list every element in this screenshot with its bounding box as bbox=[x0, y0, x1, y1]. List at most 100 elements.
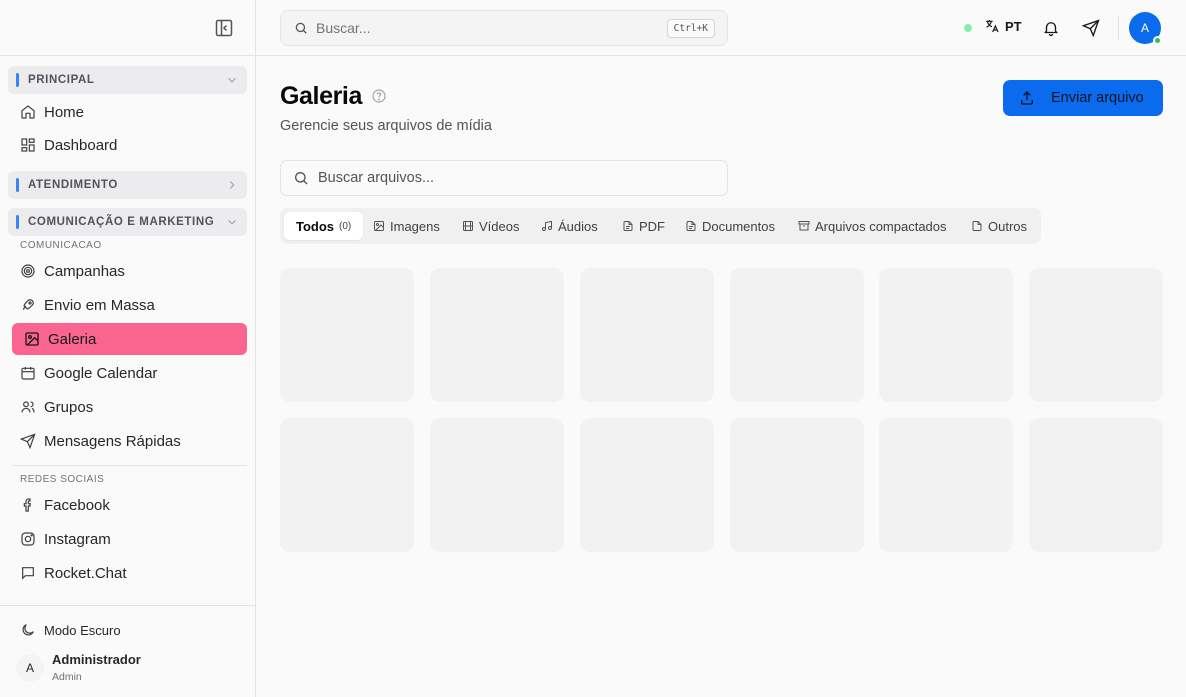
section-comunicacao[interactable]: COMUNICAÇÃO E MARKETING bbox=[8, 208, 247, 236]
sidebar: PRINCIPAL Home Dashboard ATENDIMENTO COM… bbox=[0, 0, 256, 697]
upload-icon bbox=[1021, 91, 1033, 105]
user-role: Admin bbox=[52, 671, 82, 683]
chevron-down-icon bbox=[228, 219, 236, 225]
tab-videos[interactable]: Vídeos bbox=[462, 212, 519, 240]
sidebar-footer: Modo Escuro A Administrador Admin bbox=[0, 605, 255, 697]
sidebar-item-label: Rocket.Chat bbox=[44, 564, 127, 582]
section-comunicacao-label: COMUNICAÇÃO E MARKETING bbox=[28, 216, 215, 228]
media-placeholder-card bbox=[280, 418, 414, 552]
music-icon bbox=[542, 220, 552, 231]
tab-label: Áudios bbox=[558, 218, 598, 234]
sidebar-item-home[interactable]: Home bbox=[12, 96, 247, 128]
language-label: PT bbox=[1005, 18, 1022, 34]
home-icon bbox=[20, 104, 36, 120]
sidebar-item-google-calendar[interactable]: Google Calendar bbox=[12, 357, 247, 389]
sidebar-item-instagram[interactable]: Instagram bbox=[12, 523, 247, 555]
media-placeholder-card bbox=[1029, 268, 1163, 402]
dashboard-icon bbox=[20, 137, 36, 153]
sidebar-divider bbox=[12, 465, 247, 466]
tab-label: Arquivos compactados bbox=[815, 218, 947, 234]
media-placeholder-card bbox=[1029, 418, 1163, 552]
sidebar-item-label: Galeria bbox=[48, 330, 97, 348]
tab-documentos[interactable]: Documentos bbox=[685, 212, 775, 240]
file-search-placeholder: Buscar arquivos... bbox=[318, 170, 435, 186]
user-menu[interactable]: A Administrador Admin bbox=[16, 652, 141, 683]
tab-label: Documentos bbox=[702, 218, 775, 234]
page-title: Galeria bbox=[280, 82, 362, 110]
sidebar-item-campanhas[interactable]: Campanhas bbox=[12, 255, 247, 287]
sidebar-item-galeria[interactable]: Galeria bbox=[12, 323, 247, 355]
tab-label: Todos bbox=[296, 218, 335, 234]
bell-icon[interactable] bbox=[1042, 19, 1060, 37]
film-icon bbox=[463, 221, 473, 231]
language-selector[interactable]: PT bbox=[984, 18, 1022, 34]
file-icon bbox=[972, 221, 982, 231]
avatar: A bbox=[16, 653, 44, 682]
sidebar-item-label: Google Calendar bbox=[44, 364, 158, 382]
user-name: Administrador bbox=[52, 652, 141, 667]
tab-outros[interactable]: Outros bbox=[971, 212, 1027, 240]
sidebar-item-label: Instagram bbox=[44, 530, 111, 548]
sidebar-item-dashboard[interactable]: Dashboard bbox=[12, 129, 247, 161]
group-label-comunicacao: COMUNICACAO bbox=[20, 240, 102, 251]
file-search-input[interactable]: Buscar arquivos... bbox=[280, 160, 728, 196]
shortcut-hint: Ctrl+K bbox=[666, 18, 715, 38]
avatar[interactable]: A bbox=[1129, 12, 1162, 45]
sidebar-item-label: Campanhas bbox=[44, 262, 125, 280]
image-icon bbox=[374, 221, 384, 231]
send-icon[interactable] bbox=[1082, 19, 1100, 37]
section-atendimento-label: ATENDIMENTO bbox=[28, 179, 118, 191]
sidebar-item-label: Dashboard bbox=[44, 136, 118, 154]
sidebar-collapse-icon[interactable] bbox=[214, 18, 234, 38]
chat-icon bbox=[20, 565, 36, 581]
help-icon[interactable] bbox=[371, 88, 387, 104]
media-placeholder-card bbox=[879, 268, 1013, 402]
tab-label: Vídeos bbox=[479, 218, 520, 234]
file-text-icon bbox=[686, 221, 696, 231]
upload-file-button[interactable]: Enviar arquivo bbox=[1003, 80, 1163, 116]
connection-status-dot bbox=[964, 24, 972, 32]
section-marker bbox=[16, 178, 19, 192]
facebook-icon bbox=[20, 497, 36, 513]
media-placeholder-card bbox=[430, 418, 564, 552]
sidebar-item-facebook[interactable]: Facebook bbox=[12, 489, 247, 521]
image-icon bbox=[24, 331, 40, 347]
page-subtitle: Gerencie seus arquivos de mídia bbox=[280, 118, 492, 134]
tab-label: PDF bbox=[639, 218, 665, 234]
file-text-icon bbox=[623, 221, 633, 231]
dark-mode-toggle[interactable]: Modo Escuro bbox=[20, 622, 121, 638]
calendar-icon bbox=[20, 365, 36, 381]
tab-arquivos-compactados[interactable]: Arquivos compactados bbox=[798, 212, 947, 240]
tab-imagens[interactable]: Imagens bbox=[373, 212, 440, 240]
section-atendimento[interactable]: ATENDIMENTO bbox=[8, 171, 247, 199]
media-placeholder-card bbox=[430, 268, 564, 402]
sidebar-item-rocket-chat[interactable]: Rocket.Chat bbox=[12, 557, 247, 589]
media-placeholder-card bbox=[580, 268, 714, 402]
file-type-tabs: Todos (0) Imagens Vídeos Áudios PDF Docu… bbox=[280, 208, 1041, 244]
sidebar-item-label: Home bbox=[44, 103, 85, 121]
media-placeholder-card bbox=[730, 418, 864, 552]
archive-icon bbox=[798, 221, 810, 231]
sidebar-item-mensagens-rapidas[interactable]: Mensagens Rápidas bbox=[12, 425, 247, 457]
tab-todos[interactable]: Todos (0) bbox=[284, 212, 364, 240]
rocket-icon bbox=[20, 297, 36, 313]
send-icon bbox=[20, 433, 36, 449]
tab-pdf[interactable]: PDF bbox=[622, 212, 665, 240]
sidebar-item-envio-em-massa[interactable]: Envio em Massa bbox=[12, 289, 247, 321]
group-label-redes-sociais: REDES SOCIAIS bbox=[20, 474, 105, 485]
media-placeholder-card bbox=[879, 418, 1013, 552]
user-info: Administrador Admin bbox=[52, 652, 141, 683]
tab-audios[interactable]: Áudios bbox=[541, 212, 598, 240]
translate-icon bbox=[986, 20, 999, 33]
media-placeholder-card bbox=[580, 418, 714, 552]
section-marker bbox=[16, 73, 19, 87]
tab-label: Imagens bbox=[390, 218, 440, 234]
section-principal[interactable]: PRINCIPAL bbox=[8, 66, 247, 94]
global-search-input[interactable]: Buscar... Ctrl+K bbox=[280, 10, 728, 46]
top-bar: Buscar... Ctrl+K PT A bbox=[256, 0, 1186, 56]
online-indicator bbox=[1153, 36, 1162, 45]
dark-mode-label: Modo Escuro bbox=[44, 622, 121, 638]
header-divider bbox=[1118, 16, 1119, 40]
instagram-icon bbox=[20, 531, 36, 547]
sidebar-item-grupos[interactable]: Grupos bbox=[12, 391, 247, 423]
